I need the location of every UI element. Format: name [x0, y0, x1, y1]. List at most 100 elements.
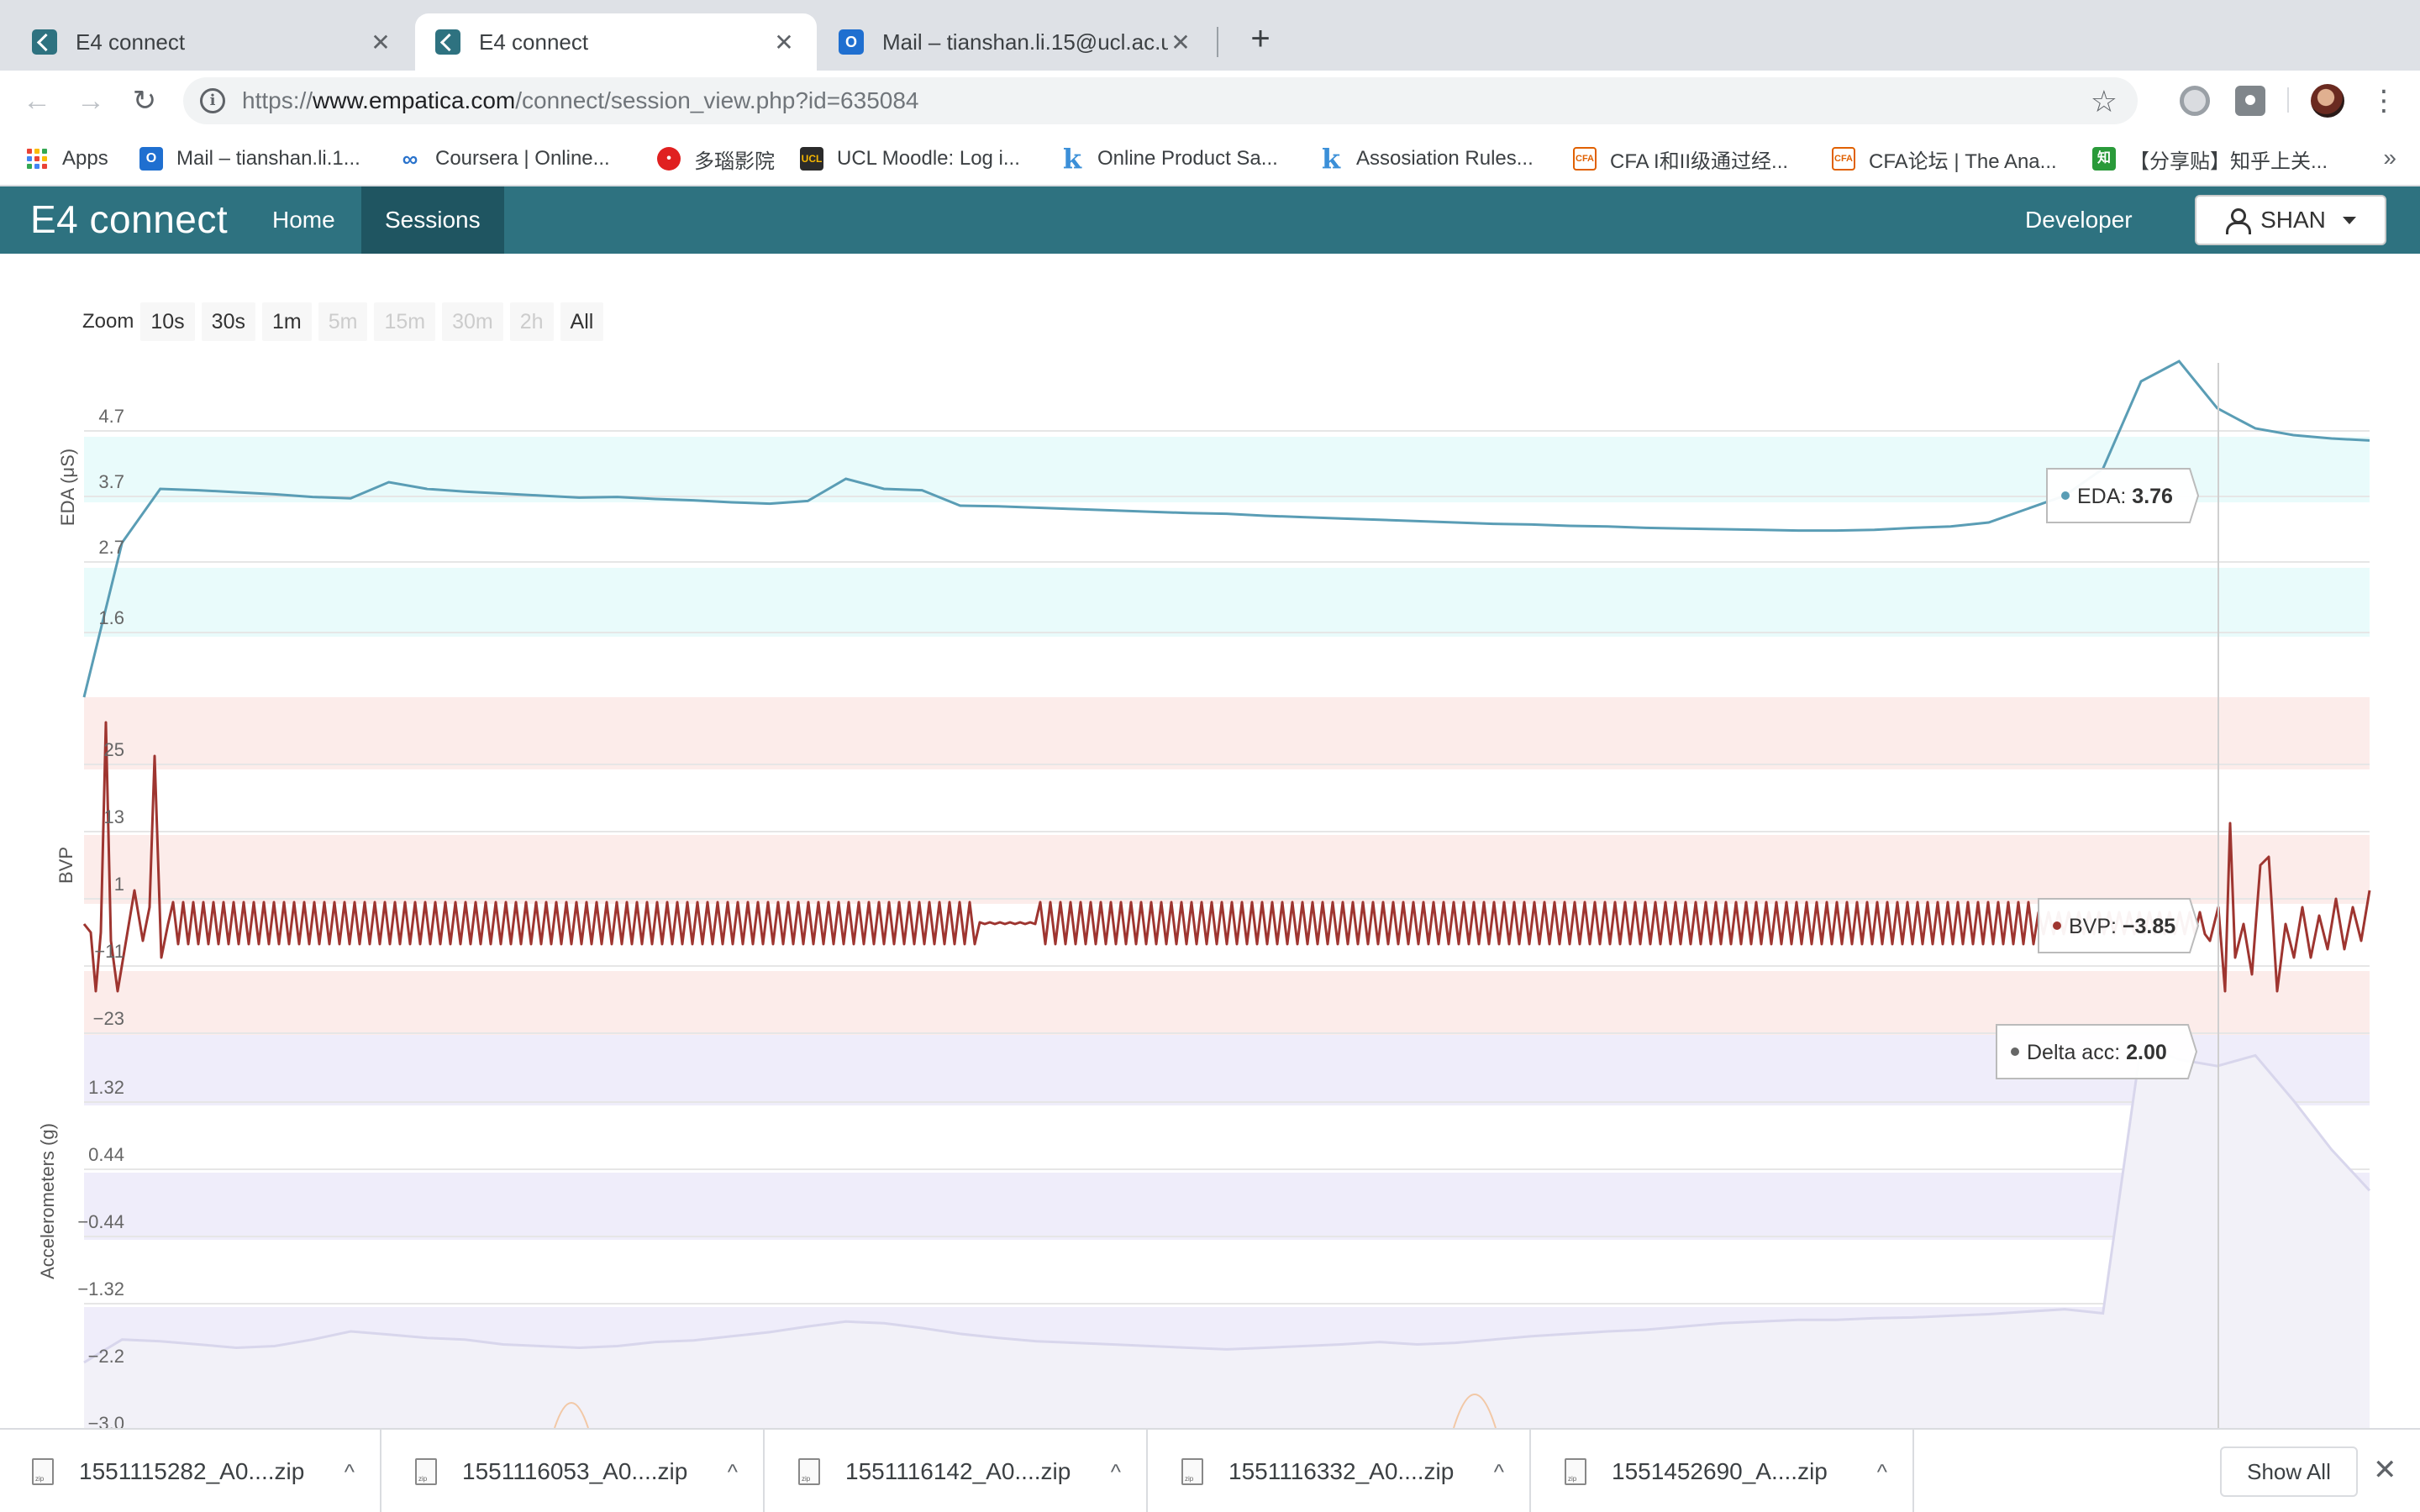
chart-band — [84, 437, 2370, 502]
browser-tab-2[interactable]: E4 connect ✕ — [415, 13, 817, 71]
bookmarks-overflow-button[interactable]: » — [2383, 144, 2396, 171]
download-item[interactable]: 1551116053_A0....zip ^ — [383, 1430, 765, 1512]
nav-sessions[interactable]: Sessions — [361, 186, 504, 254]
zoom-30m-button: 30m — [442, 302, 503, 341]
extension-circle-icon[interactable] — [2180, 86, 2210, 116]
tooltip-label: BVP: −3.85 — [2069, 915, 2175, 938]
y-tick-label: 1 — [114, 874, 124, 895]
outlook-icon: O — [139, 147, 163, 171]
zoom-15m-button: 15m — [374, 302, 436, 341]
download-item[interactable]: 1551116142_A0....zip ^ — [766, 1430, 1148, 1512]
chevron-up-icon[interactable]: ^ — [728, 1459, 738, 1485]
user-icon — [2225, 208, 2252, 234]
zoom-2h-button: 2h — [509, 302, 554, 341]
tooltip: Delta acc: 2.00 — [1996, 1024, 2198, 1079]
forward-arrow-icon[interactable]: → — [72, 82, 109, 119]
zoom-10s-button[interactable]: 10s — [140, 302, 195, 341]
tooltip-value: −3.85 — [2123, 915, 2175, 938]
bookmarks-bar: Apps O Mail – tianshan.li.1... ∞ Courser… — [0, 131, 2420, 186]
user-menu-button[interactable]: SHAN — [2195, 195, 2386, 245]
y-tick-label: −0.44 — [77, 1211, 124, 1232]
close-icon[interactable]: ✕ — [2373, 1453, 2397, 1487]
browser-tab-strip: E4 connect ✕ E4 connect ✕ O Mail – tians… — [0, 0, 2420, 71]
session-chart[interactable]: 4.7 3.7 2.7 1.6 25 13 1 −11 −23 1.32 0.44 −0.44 −1.3… — [0, 353, 2420, 1428]
y-tick-label: −11 — [94, 941, 124, 962]
zip-file-icon — [415, 1458, 437, 1485]
ucl-icon: UCL — [800, 147, 823, 171]
zip-file-icon — [1565, 1458, 1586, 1485]
k-icon: k — [1062, 143, 1082, 175]
tooltip: BVP: −3.85 — [2038, 898, 2200, 953]
bookmark-label: 【分享贴】知乎上关... — [2129, 150, 2328, 173]
brand-logo[interactable]: E4 connect — [30, 197, 228, 242]
bookmark-label: Apps — [62, 147, 108, 170]
info-icon[interactable]: i — [200, 88, 225, 113]
zoom-bar: Zoom 10s 30s 1m 5m 15m 30m 2h All — [82, 302, 610, 341]
browser-tab-3[interactable]: O Mail – tianshan.li.15@ucl.ac.uk ✕ — [818, 13, 1213, 71]
bookmark-star-icon[interactable]: ☆ — [2091, 84, 2118, 119]
y-tick-label: 1.32 — [88, 1077, 124, 1098]
bookmark-coursera[interactable]: ∞ Coursera | Online... — [398, 143, 610, 175]
y-tick-label: 4.7 — [98, 406, 124, 427]
nav-home[interactable]: Home — [249, 186, 359, 254]
tooltip-dot — [2053, 921, 2061, 930]
bookmark-apps[interactable]: Apps — [25, 143, 108, 175]
k-icon: k — [1321, 143, 1341, 175]
zoom-all-button[interactable]: All — [560, 302, 604, 341]
browser-tab-1[interactable]: E4 connect ✕ — [12, 13, 413, 71]
chevron-up-icon[interactable]: ^ — [1877, 1459, 1887, 1485]
chart-band — [84, 568, 2370, 637]
bookmark-label: Coursera | Online... — [435, 147, 610, 170]
bookmark-online-product[interactable]: k Online Product Sa... — [1060, 143, 1278, 175]
bookmark-label: UCL Moodle: Log i... — [837, 147, 1020, 170]
bookmark-zhihu[interactable]: 知 【分享贴】知乎上关... — [2092, 143, 2328, 175]
series-line — [82, 360, 2370, 698]
tab-title: E4 connect — [479, 29, 589, 55]
kebab-menu-icon[interactable]: ⋮ — [2370, 82, 2398, 119]
zoom-30s-button[interactable]: 30s — [201, 302, 255, 341]
bookmark-association-rules[interactable]: k Assosiation Rules... — [1319, 143, 1534, 175]
download-item[interactable]: 1551115282_A0....zip ^ — [0, 1430, 381, 1512]
bookmark-label: Assosiation Rules... — [1356, 147, 1534, 170]
y-tick-label: 1.6 — [98, 607, 124, 628]
show-all-downloads-button[interactable]: Show All — [2220, 1446, 2358, 1497]
address-bar[interactable]: i https://www.empatica.com/connect/sessi… — [183, 77, 2138, 124]
nav-developer[interactable]: Developer — [2008, 186, 2149, 254]
tab-title: E4 connect — [76, 29, 186, 55]
bookmark-cfa-2[interactable]: CFA CFA论坛 | The Ana... — [1832, 143, 2057, 175]
chart-band — [84, 1173, 2370, 1240]
reload-icon[interactable]: ↻ — [126, 82, 163, 119]
chevron-up-icon[interactable]: ^ — [1111, 1459, 1121, 1485]
tab-divider — [1217, 27, 1218, 57]
bookmark-mail[interactable]: O Mail – tianshan.li.1... — [139, 143, 360, 175]
download-item[interactable]: 1551116332_A0....zip ^ — [1150, 1430, 1531, 1512]
chart-axis-labels: EDA (μS) BVP Accelerometers (g) — [37, 449, 78, 1279]
e4-favicon-icon — [32, 29, 57, 55]
bookmark-duonao[interactable]: • 多瑙影院 — [657, 143, 775, 175]
bookmark-label: CFA I和II级通过经... — [1610, 150, 1789, 173]
chevron-up-icon[interactable]: ^ — [1494, 1459, 1504, 1485]
bookmark-label: 多瑙影院 — [694, 150, 775, 173]
y-tick-label: 2.7 — [98, 537, 124, 558]
new-tab-button[interactable]: + — [1242, 22, 1279, 59]
bookmark-cfa-1[interactable]: CFA CFA I和II级通过经... — [1573, 143, 1788, 175]
y-tick-label: 13 — [104, 806, 124, 827]
back-arrow-icon[interactable]: ← — [18, 82, 55, 119]
chevron-up-icon[interactable]: ^ — [345, 1459, 355, 1485]
download-filename: 1551116332_A0....zip — [1228, 1458, 1455, 1484]
tooltip: EDA: 3.76 — [2046, 468, 2200, 523]
camera-icon[interactable] — [2235, 86, 2265, 116]
tooltip-value: 2.00 — [2126, 1041, 2167, 1064]
close-icon[interactable]: ✕ — [368, 29, 393, 56]
download-item[interactable]: 1551452690_A....zip ^ — [1533, 1430, 1914, 1512]
download-filename: 1551116053_A0....zip — [462, 1458, 688, 1484]
y-axis-label: EDA (μS) — [57, 449, 78, 526]
zoom-1m-button[interactable]: 1m — [261, 302, 312, 341]
bookmark-ucl-moodle[interactable]: UCL UCL Moodle: Log i... — [800, 143, 1020, 175]
tooltip-dot — [2011, 1047, 2019, 1056]
cfa-icon: CFA — [1573, 147, 1597, 171]
tooltip-dot — [2061, 491, 2070, 500]
close-icon[interactable]: ✕ — [1168, 29, 1193, 56]
close-icon[interactable]: ✕ — [771, 29, 797, 56]
profile-avatar[interactable] — [2311, 84, 2344, 118]
